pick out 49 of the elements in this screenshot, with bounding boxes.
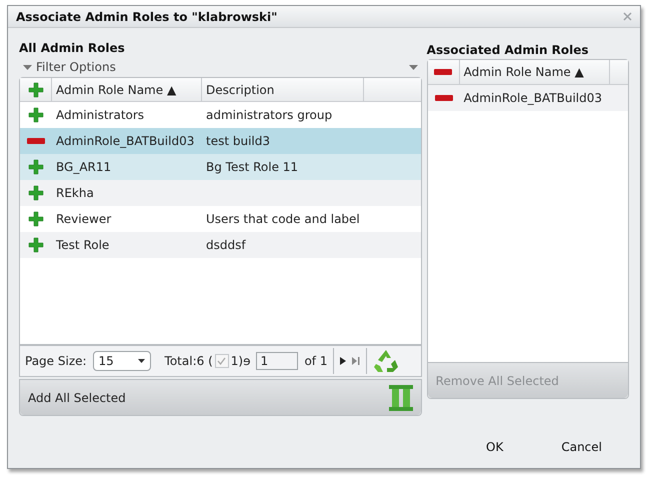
minus-icon[interactable] (434, 69, 452, 75)
panel-title: All Admin Roles (19, 40, 126, 57)
table-cell-text: Administrators (55, 107, 146, 124)
chevron-icon[interactable] (23, 64, 32, 70)
check-icon (217, 357, 226, 365)
table-cell-text: Reviewer (55, 211, 112, 228)
total-label: Total:6 ( (164, 353, 213, 370)
table-cell-text: REkha (55, 185, 95, 202)
page-size-label: Page Size: (25, 353, 87, 370)
table-cell-text: administrators group (205, 107, 334, 124)
plus-icon[interactable] (28, 211, 44, 227)
plus-icon[interactable] (28, 237, 44, 253)
table-cell-text: dsddsf (205, 237, 247, 254)
plus-icon[interactable] (28, 82, 44, 98)
close-icon[interactable] (623, 12, 632, 21)
window-title: Associate Admin Roles to "klabrowski" (16, 8, 278, 26)
page-size-dropdown[interactable]: 15 (92, 351, 151, 371)
table-row[interactable]: AdminRole_BATBuild03 (428, 85, 628, 111)
next-page-icon[interactable] (340, 357, 346, 365)
table-row[interactable]: AdminRole_BATBuild03 test build3 (20, 128, 421, 154)
panel-title: Associated Admin Roles (426, 42, 590, 59)
dialog-button[interactable]: Cancel (557, 438, 606, 456)
minus-icon[interactable] (434, 95, 453, 101)
table-cell-text: AdminRole_BATBuild03 (55, 133, 196, 150)
plus-icon[interactable] (28, 185, 44, 201)
chevron-icon[interactable] (408, 64, 418, 70)
dialog-button[interactable]: OK (482, 438, 508, 456)
table-row[interactable]: REkha (20, 180, 421, 206)
table-row[interactable]: BG_AR11 Bg Test Role 11 (20, 154, 421, 180)
table-cell-text: AdminRole_BATBuild03 (462, 90, 604, 107)
table-cell-text: Test Role (55, 237, 110, 254)
recycle-icon[interactable] (373, 348, 400, 374)
pillar-icon[interactable] (388, 384, 413, 410)
plus-icon[interactable] (28, 159, 44, 175)
filter-toggle[interactable]: Filter Options (36, 58, 116, 76)
page-input[interactable]: 1 (256, 352, 298, 370)
last-page-icon[interactable] (352, 357, 360, 365)
table-cell-text: Users that code and label (205, 211, 361, 228)
table-row[interactable]: Test Role dsddsf (20, 232, 421, 258)
caret-icon (138, 359, 145, 363)
column-header[interactable]: Admin Role Name ▲ (52, 78, 202, 101)
table-cell-text: test build3 (205, 133, 272, 150)
table-cell-text: BG_AR11 (55, 159, 112, 176)
action-button[interactable]: Add All Selected (28, 388, 126, 406)
selected-count: 1)ɘ (230, 353, 250, 370)
column-header[interactable]: Description (202, 78, 364, 101)
page-count: of 1 (304, 353, 328, 370)
plus-icon[interactable] (28, 107, 44, 123)
table-cell-text: Bg Test Role 11 (205, 159, 300, 176)
